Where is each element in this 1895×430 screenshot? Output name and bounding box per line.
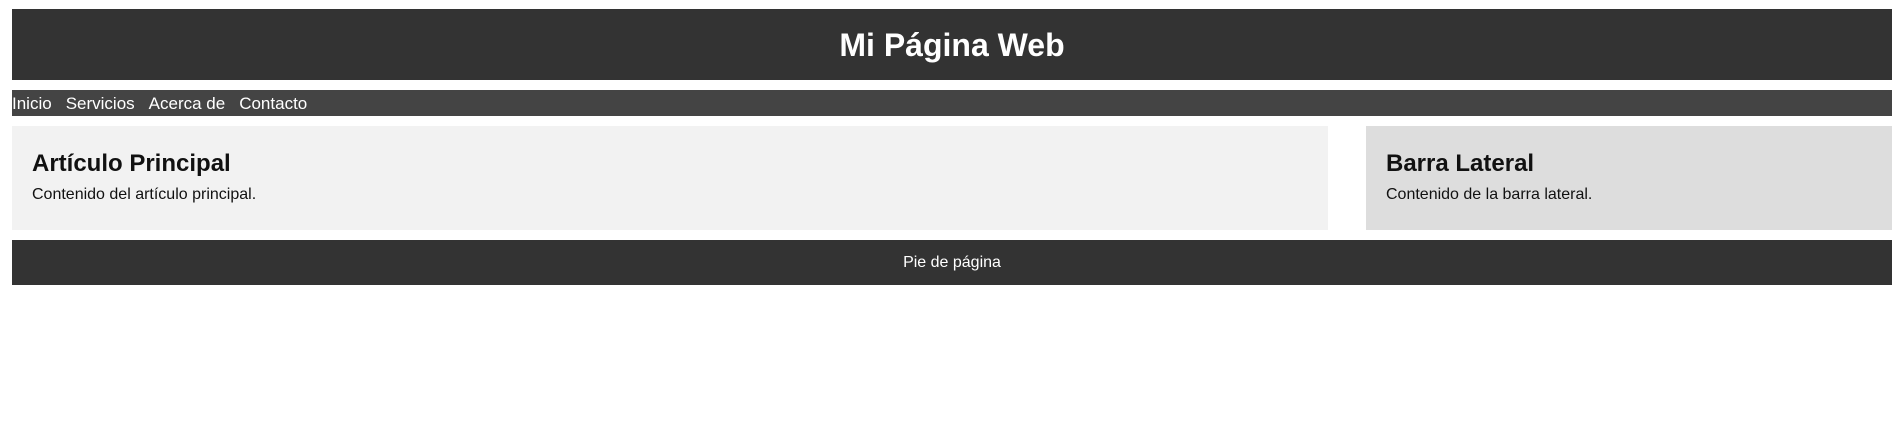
sidebar-title: Barra Lateral: [1386, 150, 1535, 177]
content-area: Artículo Principal Contenido del artícul…: [12, 126, 1892, 230]
sidebar-body: Contenido de la barra lateral.: [1386, 186, 1593, 203]
sidebar: Barra Lateral Contenido de la barra late…: [1366, 126, 1892, 230]
nav-link-servicios[interactable]: Servicios: [66, 95, 135, 112]
nav-link-contacto[interactable]: Contacto: [239, 95, 307, 112]
site-title: Mi Página Web: [839, 26, 1065, 63]
nav-link-acerca-de[interactable]: Acerca de: [149, 95, 226, 112]
article-body: Contenido del artículo principal.: [32, 186, 257, 203]
main-article: Artículo Principal Contenido del artícul…: [12, 126, 1328, 230]
article-title: Artículo Principal: [32, 150, 231, 177]
footer-text: Pie de página: [903, 253, 1001, 271]
main-nav: Inicio Servicios Acerca de Contacto: [12, 90, 1892, 116]
site-footer: Pie de página: [12, 240, 1892, 285]
page: Mi Página Web Inicio Servicios Acerca de…: [12, 9, 1892, 285]
site-header: Mi Página Web: [12, 9, 1892, 80]
nav-link-inicio[interactable]: Inicio: [12, 95, 52, 112]
